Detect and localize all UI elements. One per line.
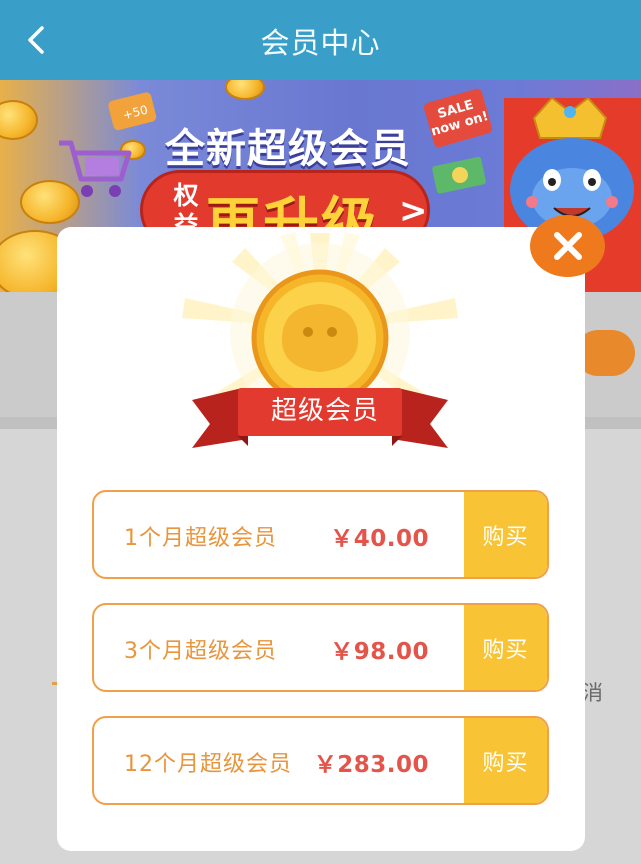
coupon-icon: +50 [108, 92, 157, 130]
buy-button[interactable]: 购买 [464, 605, 547, 690]
plan-price: ￥283.00 [313, 752, 429, 778]
buy-button[interactable]: 购买 [464, 492, 547, 577]
plan-name: 1个月超级会员 [124, 526, 277, 551]
badge-label: 超级会员 [270, 396, 379, 426]
plan-option-3-months[interactable]: 3个月超级会员 ￥98.00 购买 [92, 603, 549, 692]
plan-price: ￥98.00 [330, 639, 429, 665]
shopping-cart-icon [59, 140, 132, 197]
plan-option-1-month[interactable]: 1个月超级会员 ￥40.00 购买 [92, 490, 549, 579]
page-title: 会员中心 [260, 26, 381, 60]
background-text: 消 [582, 681, 603, 705]
buy-button[interactable]: 购买 [464, 718, 547, 803]
plan-price: ￥40.00 [330, 526, 429, 552]
super-member-badge [182, 232, 458, 448]
banknote-icon [432, 156, 486, 194]
plan-name: 3个月超级会员 [124, 639, 277, 664]
close-button[interactable] [530, 215, 605, 277]
banner-headline: 全新超级会员 [165, 126, 411, 172]
sale-tag: SALE now on! [422, 87, 494, 149]
coin-decoration [225, 80, 265, 100]
app-header: 会员中心 [0, 0, 641, 80]
plan-name: 12个月超级会员 [124, 752, 292, 777]
plan-option-12-months[interactable]: 12个月超级会员 ￥283.00 购买 [92, 716, 549, 805]
coin-decoration [0, 100, 38, 140]
close-icon [553, 232, 582, 260]
banner-arrow-icon: > [399, 191, 428, 231]
